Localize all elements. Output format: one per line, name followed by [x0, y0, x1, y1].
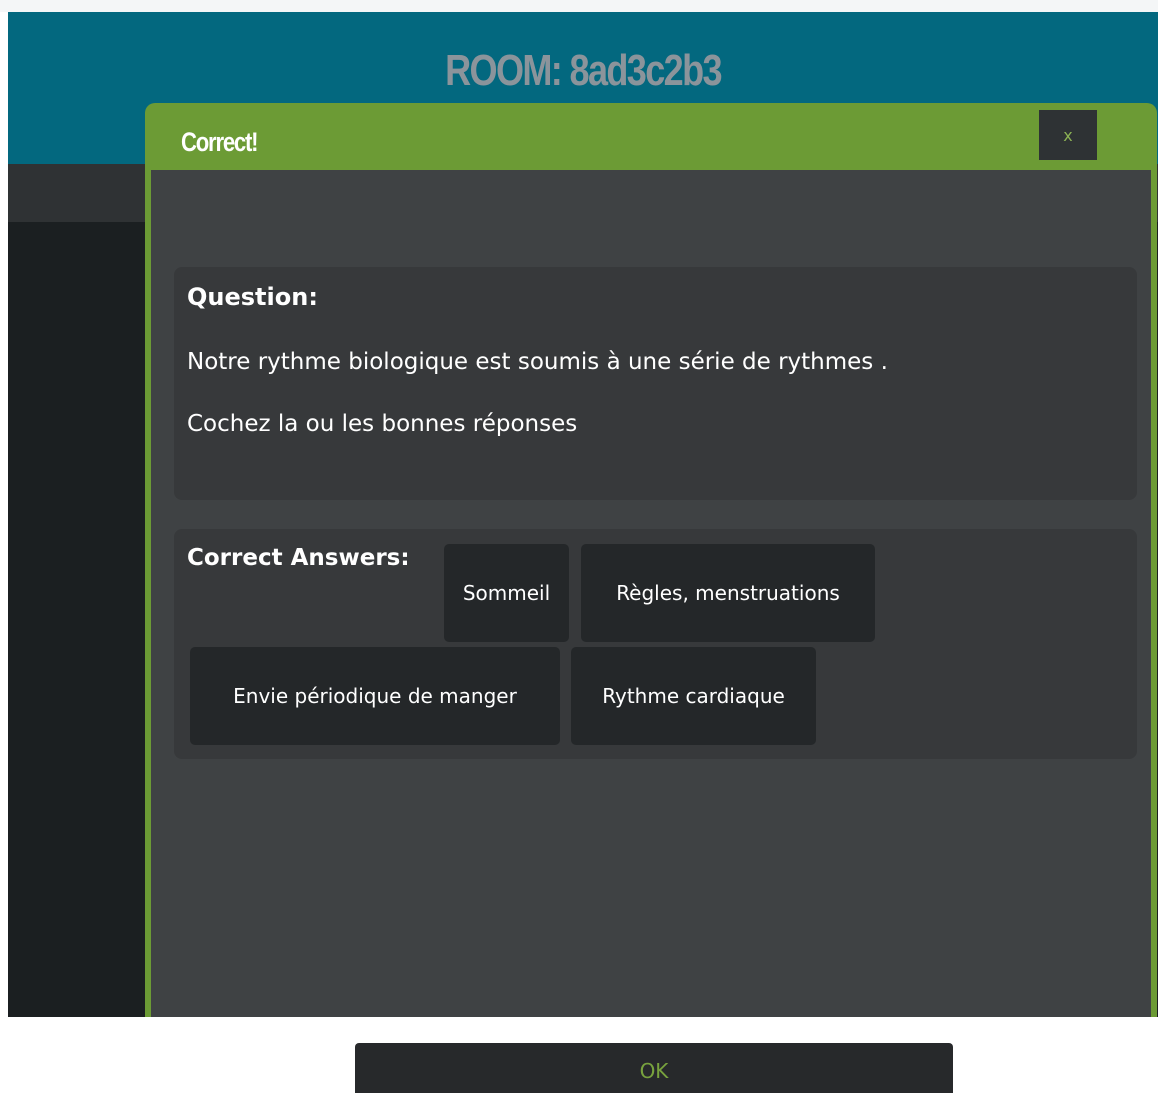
ok-button[interactable]: OK — [355, 1043, 953, 1093]
correct-answers-panel: Correct Answers: Sommeil Règles, menstru… — [174, 529, 1137, 759]
correct-answers-heading: Correct Answers: — [187, 545, 410, 571]
answer-chip: Sommeil — [444, 544, 569, 642]
browser-top-strip — [0, 0, 1158, 12]
modal-title: Correct! — [181, 127, 259, 157]
question-heading: Question: — [187, 283, 318, 311]
result-modal: Correct! x Question: Notre rythme biolog… — [145, 103, 1157, 1093]
page-left-margin — [0, 12, 8, 1017]
close-button[interactable]: x — [1039, 110, 1097, 160]
answer-chip: Envie périodique de manger — [190, 647, 560, 745]
room-title: ROOM: 8ad3c2b3 — [445, 46, 722, 95]
question-text: Notre rythme biologique est soumis à une… — [187, 349, 888, 375]
question-panel: Question: Notre rythme biologique est so… — [174, 267, 1137, 500]
question-instruction: Cochez la ou les bonnes réponses — [187, 411, 578, 437]
modal-body: Question: Notre rythme biologique est so… — [151, 170, 1151, 1093]
answer-chip: Règles, menstruations — [581, 544, 875, 642]
answer-chip: Rythme cardiaque — [571, 647, 816, 745]
